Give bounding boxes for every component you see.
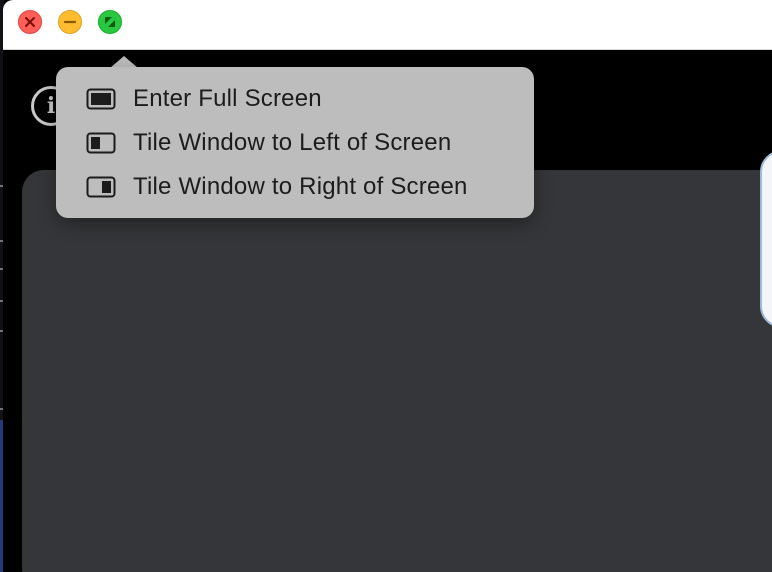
menu-item-tile-right[interactable]: Tile Window to Right of Screen xyxy=(56,165,534,209)
menu-item-enter-full-screen[interactable]: Enter Full Screen xyxy=(56,77,534,121)
menu-item-tile-left[interactable]: Tile Window to Left of Screen xyxy=(56,121,534,165)
close-button[interactable] xyxy=(18,10,42,34)
content-panel xyxy=(22,170,772,572)
close-icon xyxy=(25,17,35,27)
menu-item-label: Enter Full Screen xyxy=(133,85,322,112)
side-card[interactable] xyxy=(760,150,772,328)
menu-item-label: Tile Window to Left of Screen xyxy=(133,129,452,156)
title-bar[interactable] xyxy=(3,0,772,50)
zoom-button[interactable] xyxy=(98,10,122,34)
info-icon: i xyxy=(46,93,56,119)
minimize-button[interactable] xyxy=(58,10,82,34)
fullscreen-icon xyxy=(105,17,115,27)
menu-item-label: Tile Window to Right of Screen xyxy=(133,173,468,200)
tile-right-icon xyxy=(86,176,116,198)
full-screen-icon xyxy=(86,88,116,110)
minimize-icon xyxy=(63,20,77,24)
tile-left-icon xyxy=(86,132,116,154)
window-zoom-menu: Enter Full Screen Tile Window to Left of… xyxy=(56,67,534,218)
screen: i Enter Full Screen Tile Window to Left … xyxy=(0,0,772,572)
